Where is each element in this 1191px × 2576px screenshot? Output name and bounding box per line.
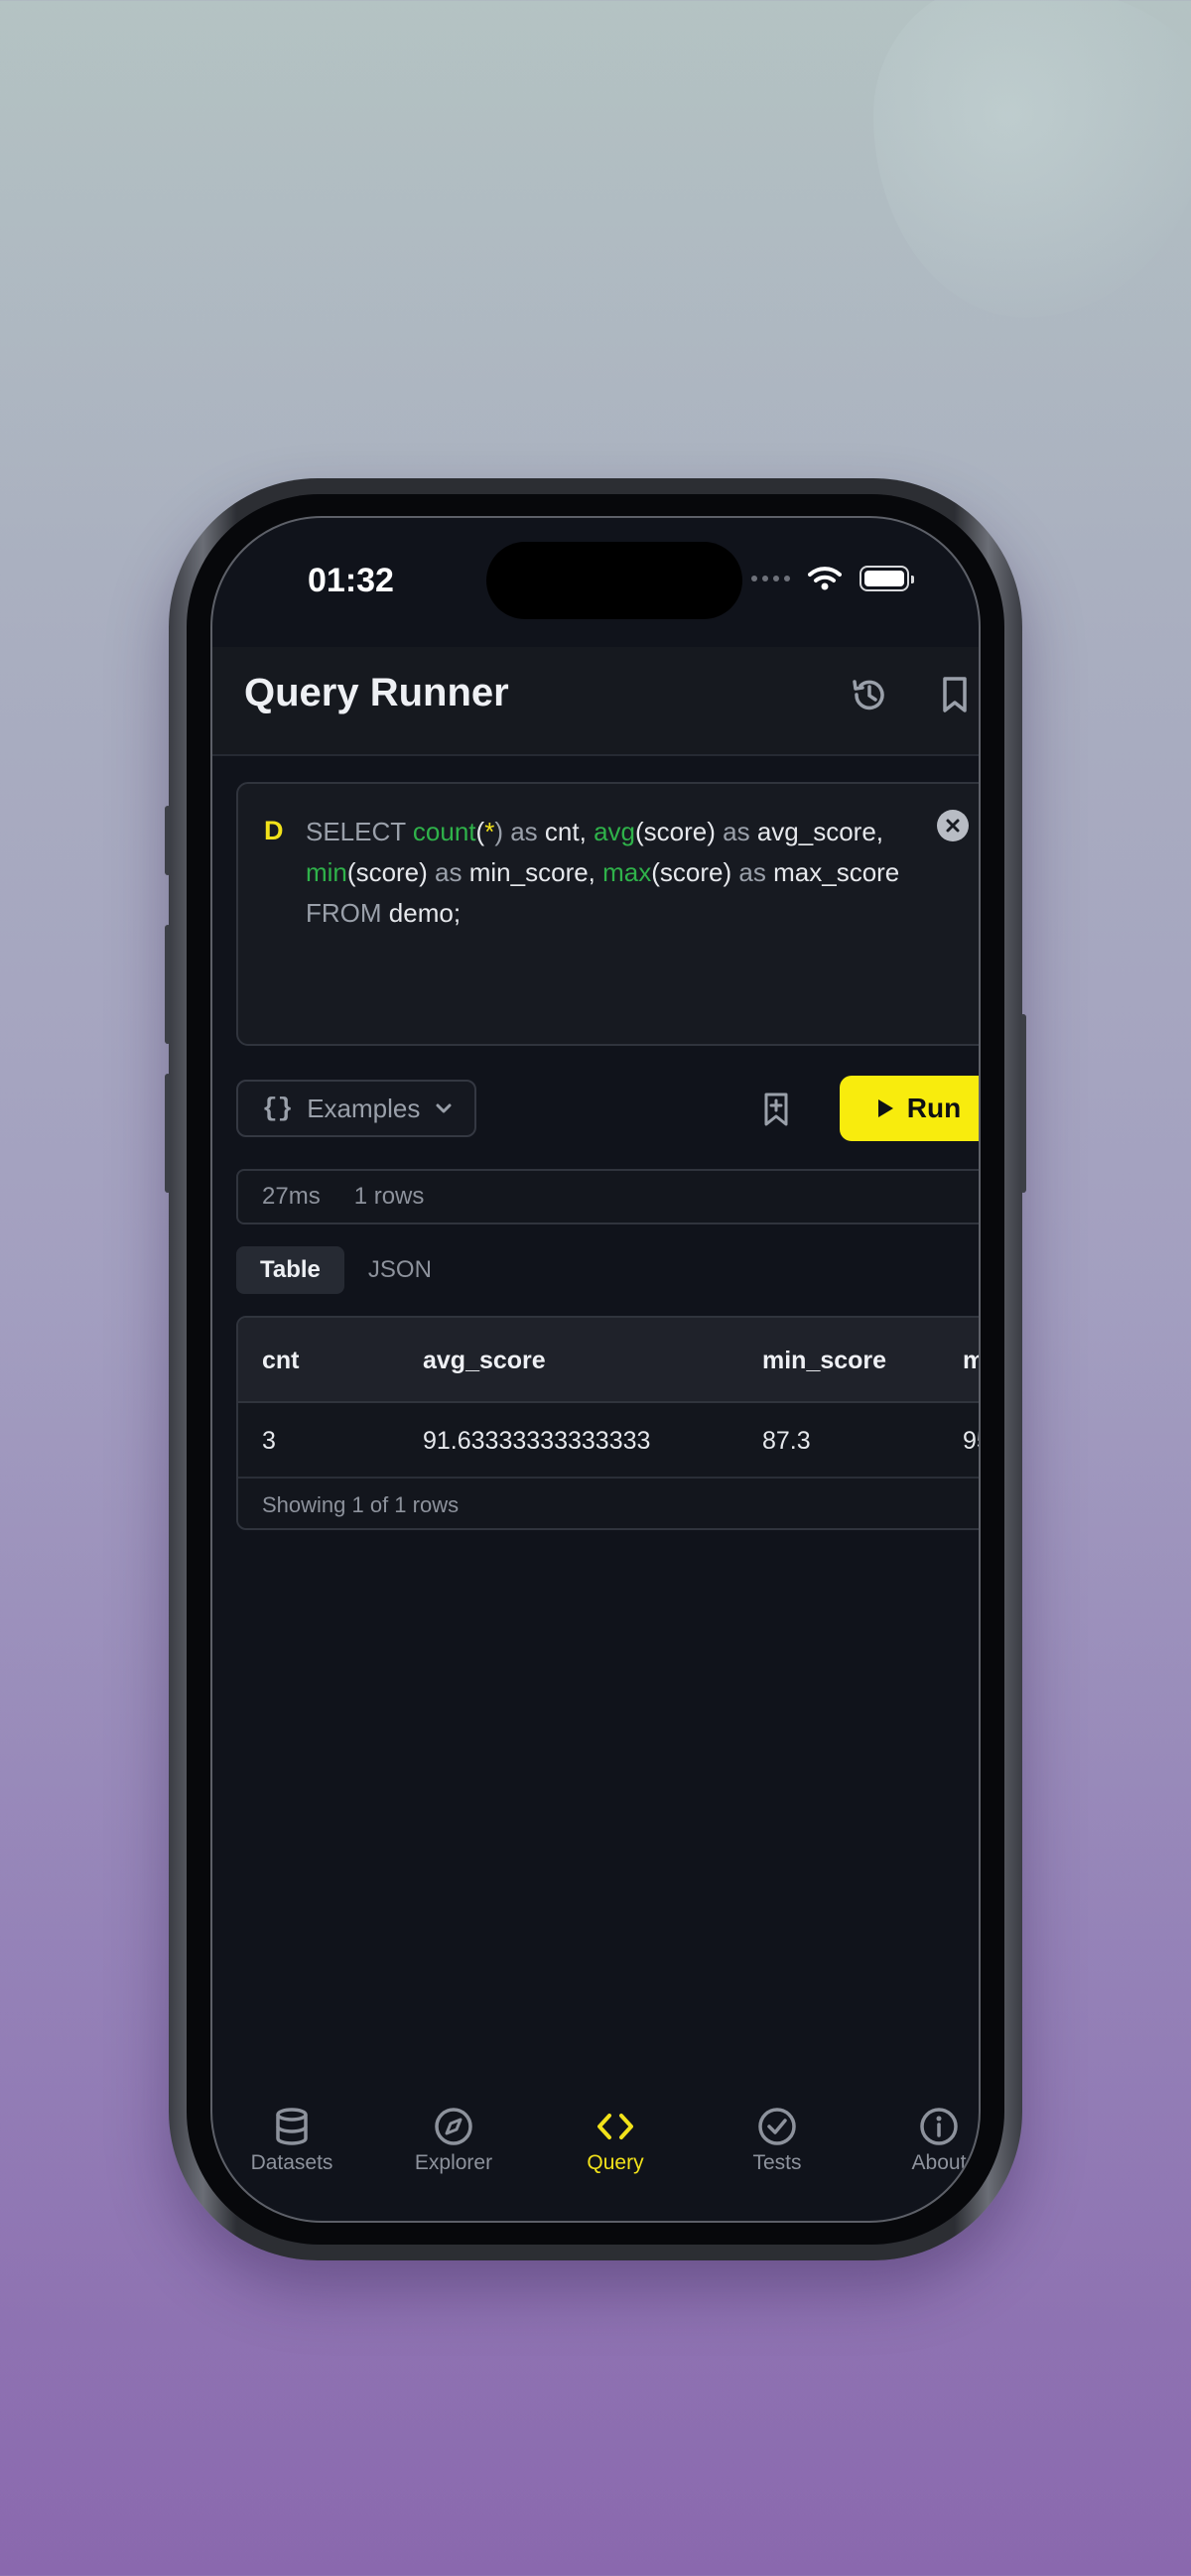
sql-code[interactable]: SELECT count(*) as cnt, avg(score) as av… <box>306 812 921 934</box>
power-button <box>1020 1014 1026 1193</box>
duration-text: 27ms <box>262 1183 321 1210</box>
table-footer: Showing 1 of 1 rows <box>262 1492 460 1517</box>
status-icons <box>751 566 914 591</box>
page-title: Query Runner <box>244 671 509 714</box>
check-circle-icon <box>758 2108 796 2145</box>
ident-avg-score: avg_score, <box>756 817 884 846</box>
ident-cnt: cnt, <box>544 817 587 846</box>
status-time: 01:32 <box>308 562 394 599</box>
tab-explorer[interactable]: Explorer <box>384 2106 523 2175</box>
row-count-text: 1 rows <box>353 1183 425 1210</box>
keyword-as: as <box>435 857 463 887</box>
braces-icon: {} <box>262 1094 294 1123</box>
close-icon <box>946 819 960 833</box>
history-icon[interactable] <box>846 671 893 718</box>
keyword-as: as <box>723 817 750 846</box>
phone-frame: 01:32 Query Runner D SELECT count(*) as … <box>165 478 1026 2260</box>
background-blob <box>873 0 1191 318</box>
result-view-tabs: Table JSON <box>236 1246 456 1294</box>
run-label: Run <box>906 1093 962 1123</box>
column-header[interactable]: min_score <box>762 1347 886 1375</box>
ident-min-score: min_score, <box>468 857 596 887</box>
results-table[interactable]: cnt avg_score min_score ma 3 91.63333333… <box>236 1316 979 1530</box>
tab-label: Query <box>587 2151 644 2174</box>
keyword-select: SELECT <box>306 817 406 846</box>
fn-avg: avg <box>594 817 635 846</box>
examples-label: Examples <box>307 1093 421 1123</box>
play-icon <box>877 1099 893 1117</box>
tab-label: Datasets <box>250 2151 333 2174</box>
avg-arg: (score) <box>634 817 716 846</box>
info-icon <box>920 2108 958 2145</box>
column-header[interactable]: cnt <box>262 1347 300 1375</box>
volume-down-button <box>165 1074 171 1193</box>
signal-icon <box>751 576 790 581</box>
paren: ( <box>475 817 485 846</box>
bookmark-icon[interactable] <box>931 671 979 718</box>
screen: 01:32 Query Runner D SELECT count(*) as … <box>210 516 981 2223</box>
run-button[interactable]: Run <box>840 1076 979 1141</box>
table-row: 3 91.63333333333333 87.3 95 <box>238 1403 979 1479</box>
table-cell: 95 <box>963 1427 979 1455</box>
tab-json[interactable]: JSON <box>344 1246 456 1294</box>
bezel: 01:32 Query Runner D SELECT count(*) as … <box>187 494 1004 2245</box>
star-token: * <box>484 817 495 846</box>
code-icon <box>597 2114 633 2139</box>
tab-table[interactable]: Table <box>236 1246 344 1294</box>
tab-about[interactable]: About <box>869 2106 979 2175</box>
fn-count: count <box>412 817 476 846</box>
app-header: Query Runner <box>212 647 979 756</box>
line-marker: D <box>264 816 284 845</box>
tab-label: Explorer <box>414 2151 493 2174</box>
clear-query-button[interactable] <box>937 810 969 841</box>
bottom-tab-bar: Datasets Explorer Query Tests About <box>212 2106 979 2205</box>
save-query-button[interactable] <box>754 1088 798 1131</box>
keyword-from: FROM <box>306 898 382 928</box>
tab-label: Tests <box>752 2151 802 2174</box>
tab-datasets[interactable]: Datasets <box>222 2106 361 2175</box>
tab-query[interactable]: Query <box>546 2106 685 2175</box>
table-cell: 91.63333333333333 <box>423 1427 651 1455</box>
column-header[interactable]: avg_score <box>423 1347 546 1375</box>
fn-max: max <box>602 857 652 887</box>
fn-min: min <box>306 857 347 887</box>
keyword-as: as <box>738 857 766 887</box>
sql-editor[interactable]: D SELECT count(*) as cnt, avg(score) as … <box>236 782 979 1046</box>
tab-tests[interactable]: Tests <box>708 2106 847 2175</box>
volume-up-button <box>165 925 171 1044</box>
wifi-icon <box>808 567 842 590</box>
table-cell: 87.3 <box>762 1427 811 1455</box>
keyword-as: ) as <box>494 817 538 846</box>
min-arg: (score) <box>346 857 428 887</box>
table-header: cnt avg_score min_score ma <box>238 1318 979 1403</box>
examples-dropdown[interactable]: {} Examples <box>236 1080 476 1137</box>
result-stats: 27ms 1 rows <box>236 1169 979 1224</box>
compass-icon <box>435 2108 472 2145</box>
ident-demo: demo; <box>388 898 462 928</box>
database-icon <box>276 2108 308 2145</box>
max-arg: (score) <box>651 857 732 887</box>
column-header[interactable]: ma <box>963 1347 979 1375</box>
bookmark-add-icon <box>764 1093 788 1126</box>
battery-icon <box>860 566 914 591</box>
action-button <box>165 806 171 875</box>
ident-max-score: max_score <box>773 857 900 887</box>
table-cell: 3 <box>262 1427 276 1455</box>
dynamic-island <box>486 542 742 619</box>
chevron-down-icon <box>436 1103 452 1113</box>
tab-label: About <box>911 2151 967 2174</box>
